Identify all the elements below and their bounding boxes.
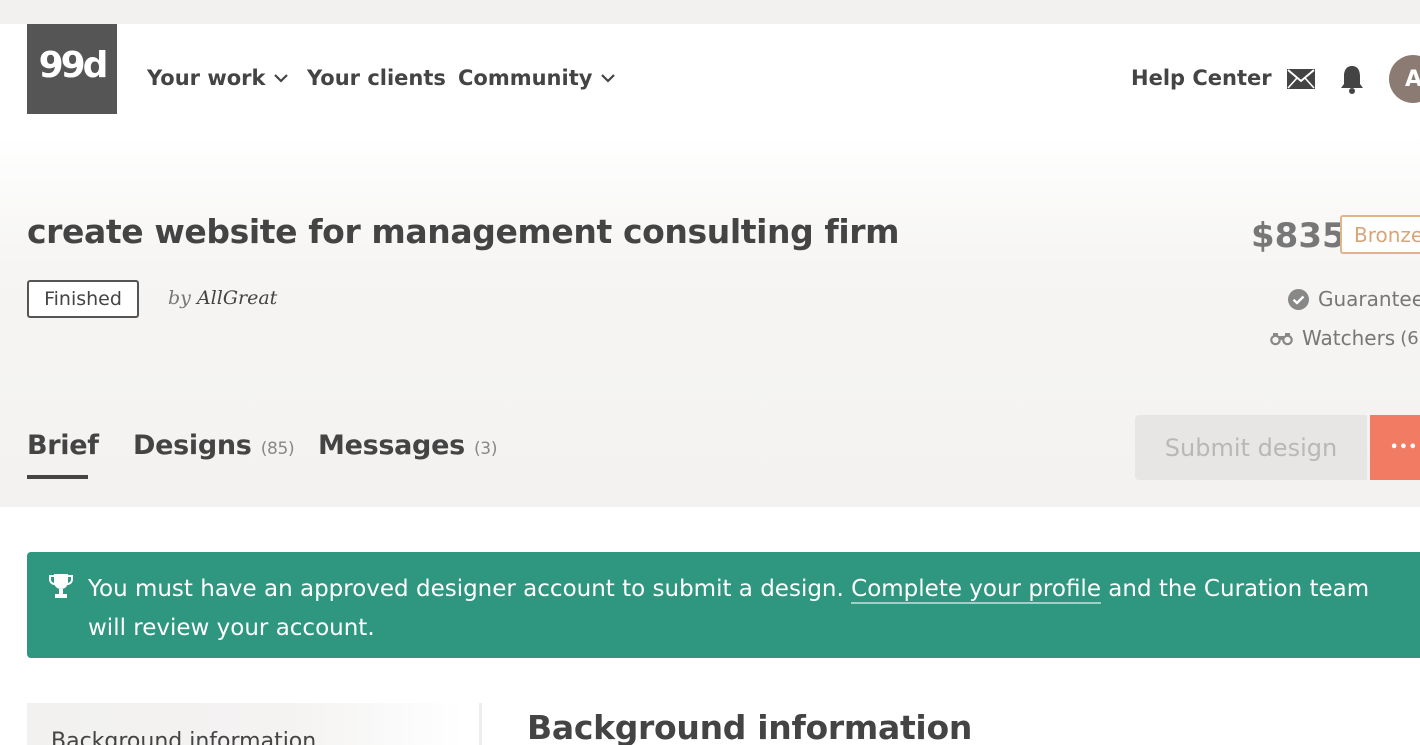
nav-your-clients[interactable]: Your clients bbox=[307, 66, 446, 90]
envelope-icon[interactable] bbox=[1286, 68, 1316, 90]
complete-profile-link[interactable]: Complete your profile bbox=[851, 576, 1101, 604]
sidebar-item-background-information[interactable]: Background information bbox=[51, 729, 316, 745]
binoculars-icon bbox=[1270, 332, 1293, 345]
guaranteed-status[interactable]: Guaranteed bbox=[1288, 287, 1420, 311]
tab-brief[interactable]: Brief bbox=[27, 430, 99, 461]
holder-name[interactable]: AllGreat bbox=[197, 287, 277, 309]
guaranteed-label: Guaranteed bbox=[1318, 287, 1420, 311]
help-center-link[interactable]: Help Center bbox=[1131, 66, 1272, 90]
prize-amount: $835 bbox=[1251, 216, 1346, 256]
nav-your-work-label: Your work bbox=[147, 66, 266, 90]
contest-header: create website for management consulting… bbox=[0, 134, 1420, 507]
contest-title: create website for management consulting… bbox=[27, 212, 900, 251]
trophy-icon bbox=[49, 574, 73, 598]
bell-icon[interactable] bbox=[1339, 64, 1365, 95]
submit-design-button[interactable]: Submit design bbox=[1135, 415, 1367, 480]
chevron-down-icon bbox=[274, 74, 289, 83]
watchers-number: (6) bbox=[1400, 327, 1420, 349]
tab-designs-count: (85) bbox=[260, 439, 295, 459]
tab-messages-label: Messages bbox=[318, 430, 465, 461]
tab-designs[interactable]: Designs (85) bbox=[133, 430, 295, 461]
nav-your-work[interactable]: Your work bbox=[147, 66, 289, 90]
nav-community-label: Community bbox=[458, 66, 593, 90]
more-options-button[interactable]: ••• bbox=[1370, 415, 1420, 480]
99designs-logo[interactable]: 99d bbox=[27, 24, 117, 114]
contest-holder: by AllGreat bbox=[168, 287, 277, 309]
tab-designs-label: Designs bbox=[133, 430, 252, 461]
notice-text-before: You must have an approved designer accou… bbox=[88, 576, 852, 602]
status-badge: Finished bbox=[27, 280, 139, 318]
watchers-count[interactable]: Watchers(6) bbox=[1270, 326, 1420, 350]
tab-messages-count: (3) bbox=[473, 439, 498, 459]
check-circle-icon bbox=[1288, 288, 1309, 310]
byline-prefix: by bbox=[168, 287, 191, 309]
nav-community[interactable]: Community bbox=[458, 66, 616, 90]
tab-messages[interactable]: Messages (3) bbox=[318, 430, 497, 461]
approval-notice: You must have an approved designer accou… bbox=[27, 552, 1420, 658]
content-divider bbox=[479, 703, 482, 745]
brief-sidebar: Background information bbox=[27, 703, 467, 745]
user-avatar[interactable]: A bbox=[1389, 55, 1420, 103]
active-tab-indicator bbox=[27, 475, 88, 479]
nav-your-clients-label: Your clients bbox=[307, 66, 446, 90]
ellipsis-icon: ••• bbox=[1390, 440, 1418, 455]
watchers-label: Watchers bbox=[1302, 326, 1396, 350]
tier-badge[interactable]: Bronze bbox=[1340, 215, 1420, 254]
avatar-initial: A bbox=[1405, 66, 1420, 92]
chevron-down-icon bbox=[601, 74, 616, 83]
section-title: Background information bbox=[527, 708, 973, 745]
top-navigation: 99d Your work Your clients Community Hel… bbox=[0, 24, 1420, 134]
browser-top-strip bbox=[0, 0, 1420, 24]
tab-brief-label: Brief bbox=[27, 430, 99, 461]
notice-message: You must have an approved designer accou… bbox=[88, 570, 1408, 648]
